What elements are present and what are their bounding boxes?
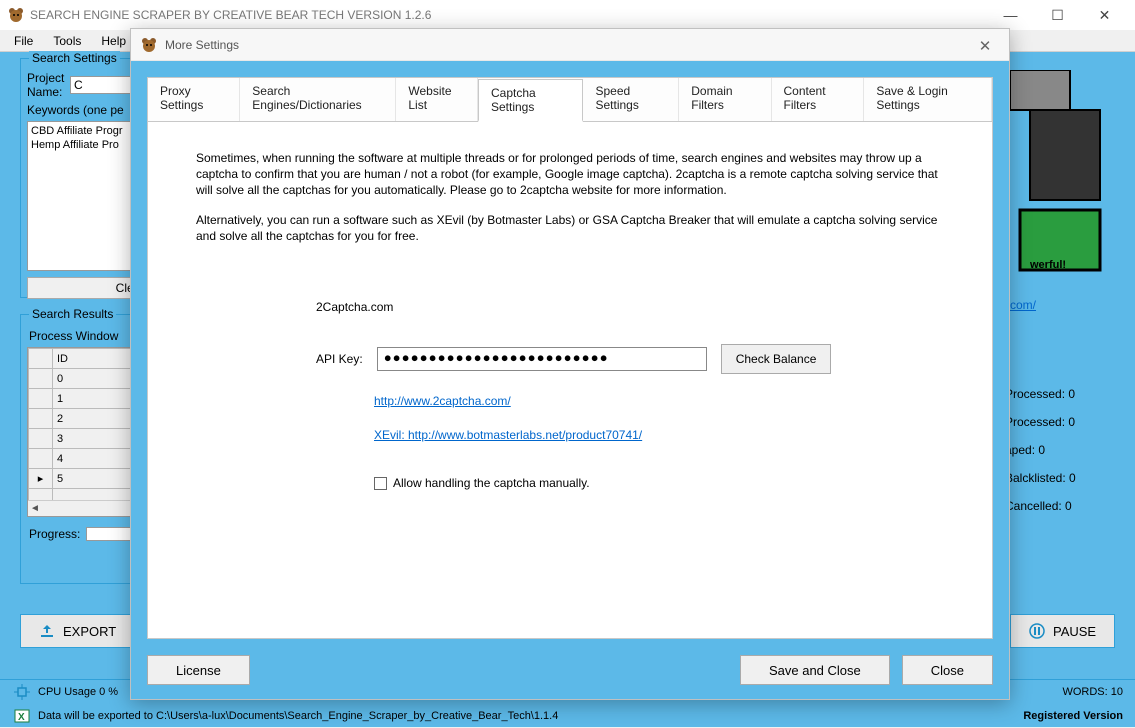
api-key-label: API Key: [316,352,363,366]
license-button[interactable]: License [147,655,250,685]
search-settings-legend: Search Settings [29,51,120,65]
2captcha-label: 2Captcha.com [316,300,944,314]
tab-search-engines[interactable]: Search Engines/Dictionaries [240,78,396,121]
export-path-text: Data will be exported to C:\Users\a-lux\… [38,710,558,722]
excel-icon: X [14,708,30,724]
menu-tools[interactable]: Tools [43,32,91,50]
close-button[interactable]: ✕ [1082,1,1127,29]
captcha-description-1: Sometimes, when running the software at … [196,150,944,198]
tab-speed-settings[interactable]: Speed Settings [583,78,679,121]
main-window: SEARCH ENGINE SCRAPER BY CREATIVE BEAR T… [0,0,1135,727]
search-results-legend: Search Results [29,307,116,321]
more-settings-dialog: More Settings ✕ Proxy Settings Search En… [130,28,1010,700]
dialog-title: More Settings [165,38,239,52]
pause-icon [1029,623,1045,639]
tab-captcha-settings[interactable]: Captcha Settings [478,79,583,122]
stat-blacklisted: Balcklisted: 0 [1005,464,1125,492]
export-button[interactable]: EXPORT [20,614,135,648]
tab-content: Sometimes, when running the software at … [148,122,992,518]
cpu-icon [14,684,30,700]
dialog-titlebar[interactable]: More Settings ✕ [131,29,1009,61]
stat-scraped: aped: 0 [1005,436,1125,464]
stat-processed2: Processed: 0 [1005,408,1125,436]
upload-icon [39,623,55,639]
tab-website-list[interactable]: Website List [396,78,478,121]
tab-proxy-settings[interactable]: Proxy Settings [148,78,240,121]
tab-domain-filters[interactable]: Domain Filters [679,78,771,121]
dialog-close-button[interactable]: ✕ [969,35,1001,57]
tab-save-login[interactable]: Save & Login Settings [864,78,992,121]
check-balance-button[interactable]: Check Balance [721,344,832,374]
svg-text:werful!: werful! [1029,259,1066,271]
app-title: SEARCH ENGINE SCRAPER BY CREATIVE BEAR T… [30,8,988,22]
keywords-label: Keywords (one pe [27,103,124,117]
keywords-count: WORDS: 10 [1062,686,1123,698]
maximize-button[interactable]: ☐ [1035,1,1080,29]
close-dialog-button[interactable]: Close [902,655,993,685]
menu-file[interactable]: File [4,32,43,50]
version-text: Registered Version [1023,710,1123,722]
titlebar: SEARCH ENGINE SCRAPER BY CREATIVE BEAR T… [0,0,1135,30]
svg-text:X: X [18,712,25,723]
stat-processed: Processed: 0 [1005,380,1125,408]
xevil-link[interactable]: XEvil: http://www.botmasterlabs.net/prod… [374,428,944,442]
api-key-input[interactable] [377,347,707,371]
progress-label: Progress: [29,527,80,541]
save-and-close-button[interactable]: Save and Close [740,655,890,685]
tab-content-filters[interactable]: Content Filters [772,78,865,121]
cpu-usage-text: CPU Usage 0 % [38,686,118,698]
dialog-icon [141,37,157,53]
tabbar: Proxy Settings Search Engines/Dictionari… [148,78,992,122]
captcha-description-2: Alternatively, you can run a software su… [196,212,944,244]
stats-panel: Processed: 0 Processed: 0 aped: 0 Balckl… [1005,380,1125,520]
minimize-button[interactable]: — [988,1,1033,29]
decorative-art: werful! [1010,70,1120,280]
2captcha-link[interactable]: http://www.2captcha.com/ [374,394,944,408]
app-icon [8,7,24,23]
manual-captcha-checkbox[interactable] [374,477,387,490]
stat-cancelled: Cancelled: 0 [1005,492,1125,520]
project-name-label: Project Name: [27,71,66,99]
manual-captcha-label: Allow handling the captcha manually. [393,476,590,490]
pause-button[interactable]: PAUSE [1010,614,1115,648]
